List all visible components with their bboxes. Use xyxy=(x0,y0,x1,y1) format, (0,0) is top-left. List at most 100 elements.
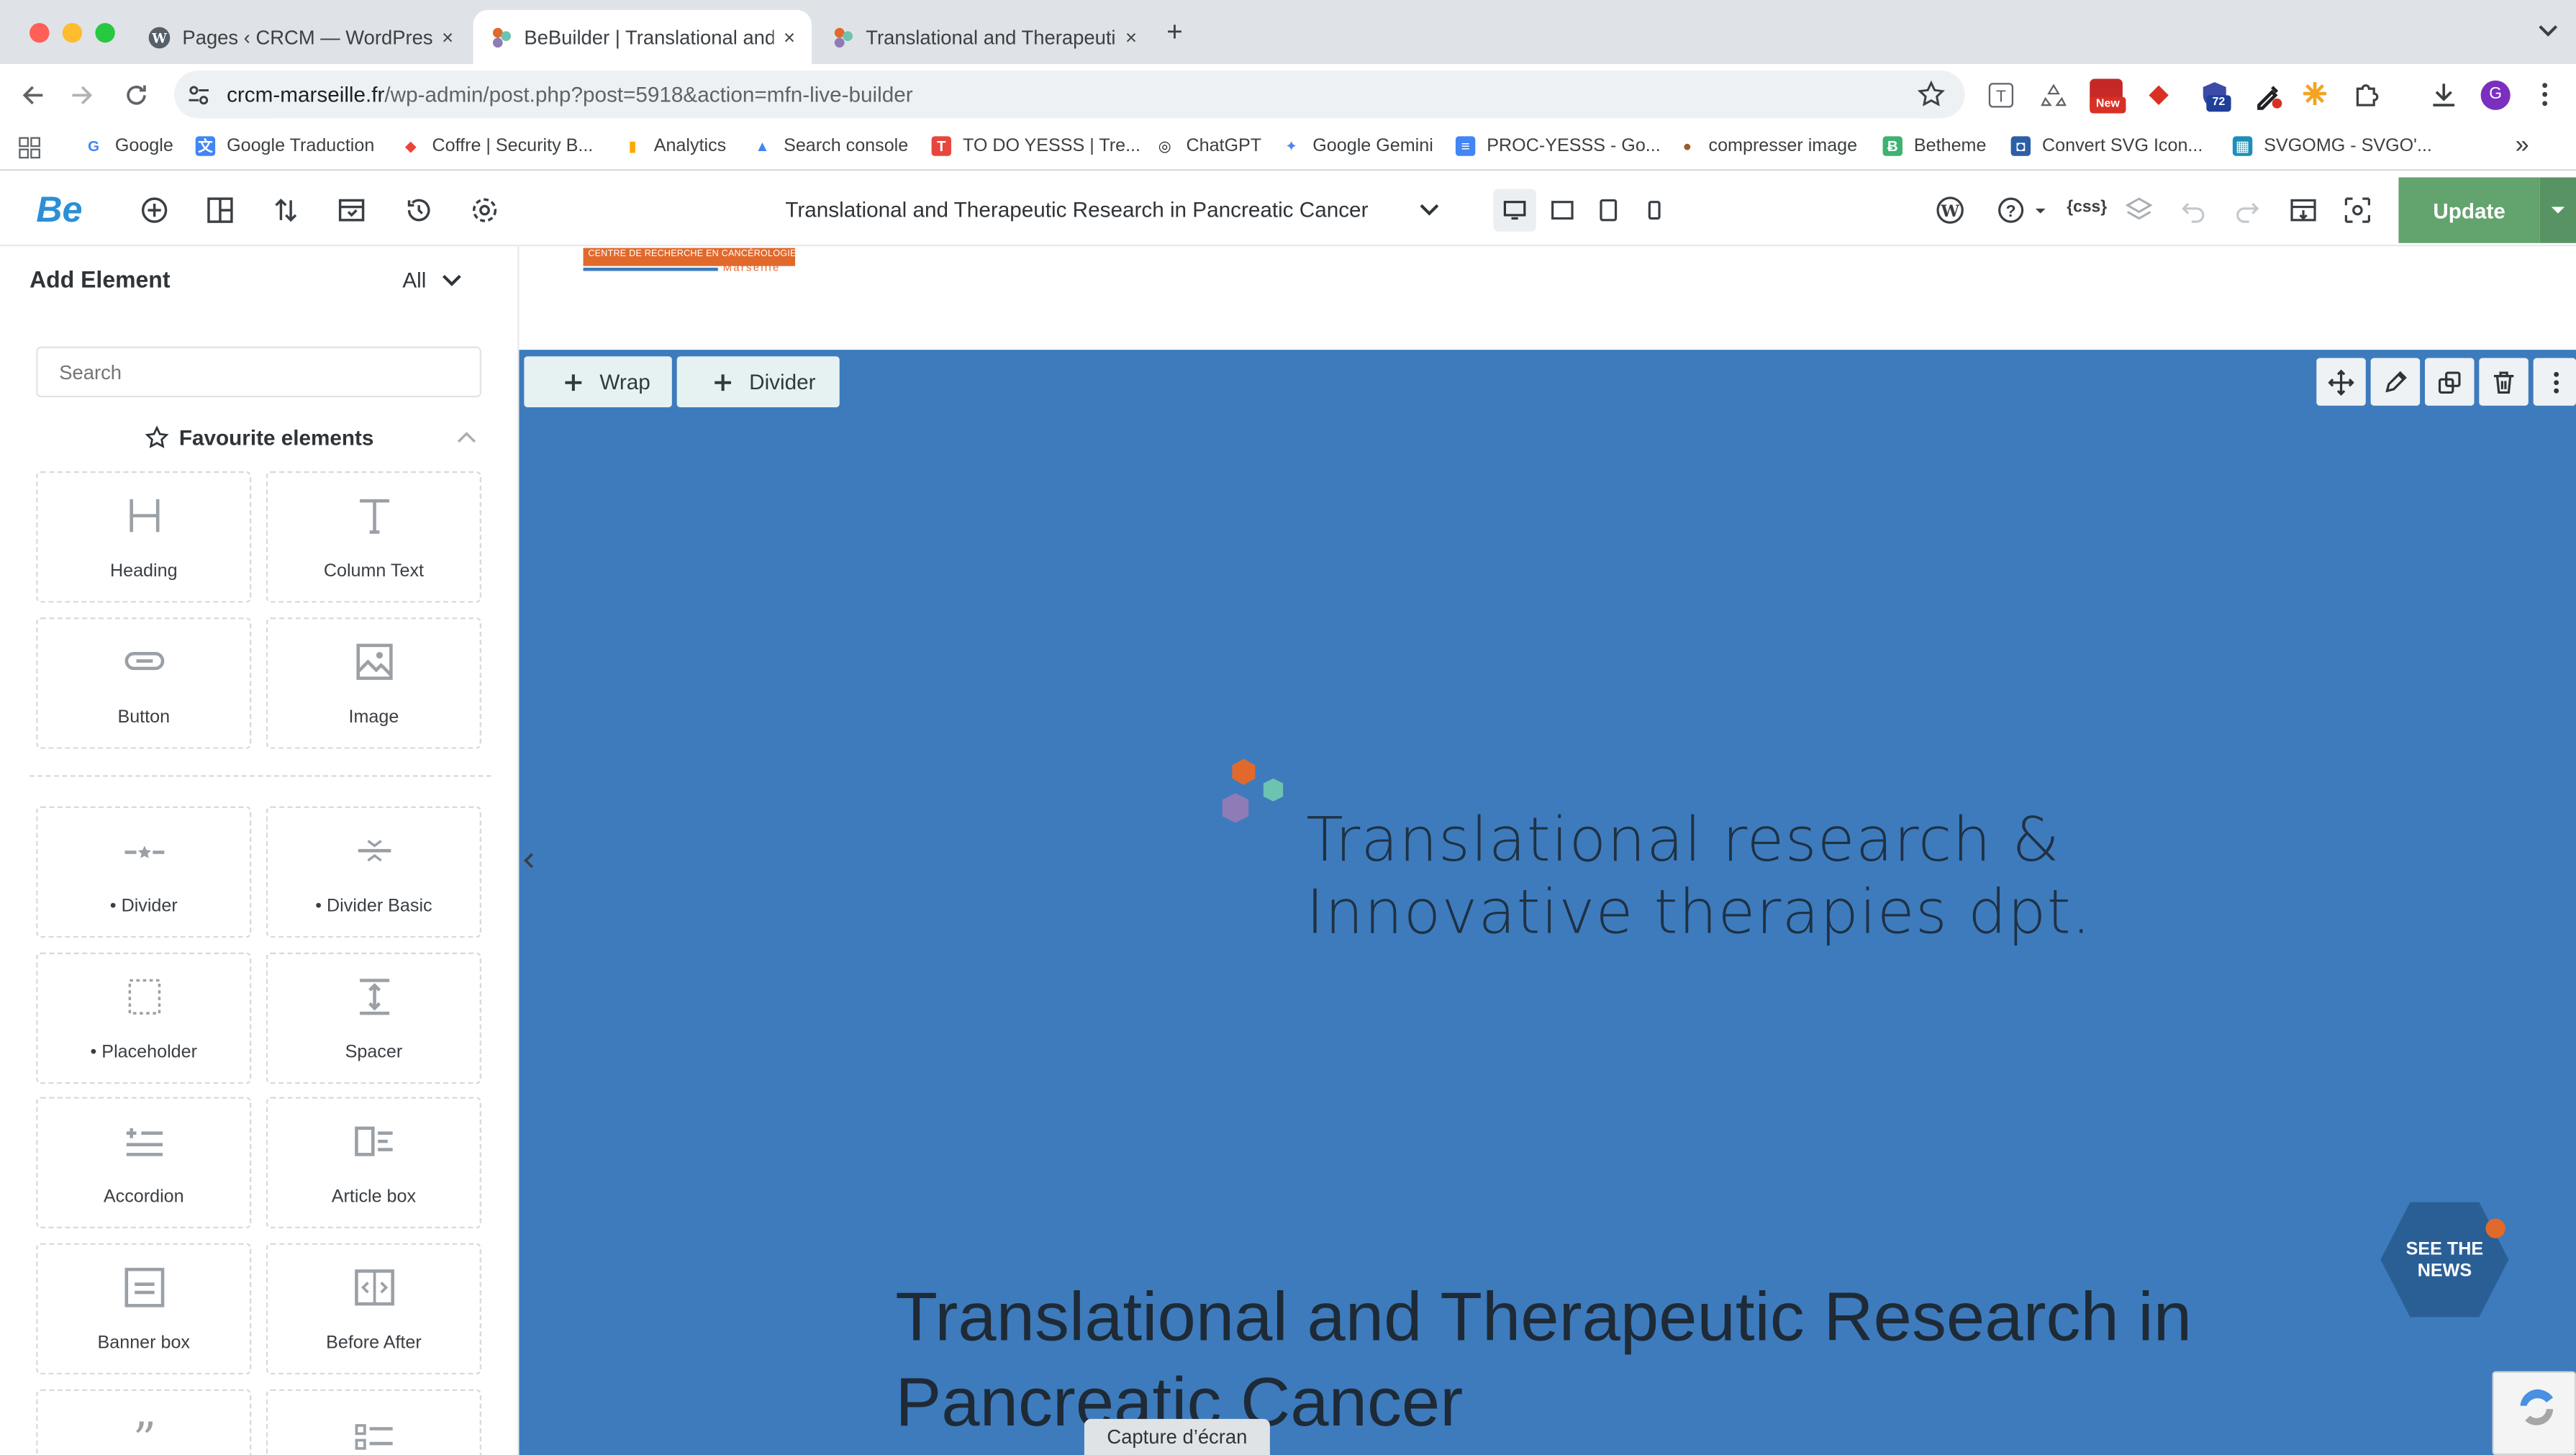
element-card-heading[interactable]: Heading xyxy=(36,471,252,603)
history-icon[interactable] xyxy=(404,196,434,225)
tablet-view-icon[interactable] xyxy=(1599,199,1618,222)
close-window-button[interactable] xyxy=(30,22,50,43)
dropper-extension-icon[interactable] xyxy=(2254,81,2284,110)
add-element-icon[interactable] xyxy=(140,196,169,225)
download-icon[interactable] xyxy=(2430,81,2458,109)
chevron-down-icon[interactable] xyxy=(440,273,463,289)
bookmark-todo[interactable]: T TO DO YESSS | Tre... xyxy=(931,136,1140,156)
page-heading-line-1[interactable]: Translational and Therapeutic Research i… xyxy=(895,1274,2192,1360)
element-label: • Divider Basic xyxy=(315,897,432,917)
element-card-divider[interactable]: • Divider xyxy=(36,806,252,938)
collapse-chevron-icon[interactable] xyxy=(455,429,478,445)
element-card-column-text[interactable]: Column Text xyxy=(266,471,481,603)
add-wrap-button[interactable]: Wrap xyxy=(524,356,672,407)
element-search-input[interactable] xyxy=(36,346,481,398)
help-icon[interactable]: ? xyxy=(1996,196,2046,225)
bookmark-coffre[interactable]: ◆ Coffre | Security B... xyxy=(401,136,593,156)
redo-icon[interactable] xyxy=(2234,197,2261,224)
news-badge-text[interactable]: SEE THE NEWS xyxy=(2395,1240,2494,1282)
close-tab-icon[interactable]: × xyxy=(784,25,795,48)
apps-grid-icon[interactable] xyxy=(18,136,41,159)
chrome-menu-icon[interactable] xyxy=(2540,81,2550,109)
layers-icon[interactable] xyxy=(2124,196,2154,225)
browser-tab-wordpress[interactable]: W Pages ‹ CRCM — WordPress × xyxy=(132,10,470,64)
export-icon[interactable] xyxy=(2288,196,2318,225)
back-arrow-icon[interactable] xyxy=(19,82,46,109)
element-card-divider-basic[interactable]: • Divider Basic xyxy=(266,806,481,938)
bookmark-compresser-image[interactable]: ● compresser image xyxy=(1677,136,1857,156)
bookmark-chatgpt[interactable]: ◎ ChatGPT xyxy=(1155,136,1261,156)
betheme-logo[interactable]: Be xyxy=(36,189,82,231)
add-divider-button[interactable]: Divider xyxy=(676,356,840,407)
bookmark-svgomg[interactable]: ▦ SVGOMG - SVGO'... xyxy=(2232,136,2432,156)
element-card-placeholder[interactable]: • Placeholder xyxy=(36,952,252,1084)
browser-tab-bebuilder[interactable]: BeBuilder | Translational and × xyxy=(473,9,812,65)
element-card-image[interactable]: Image xyxy=(266,617,481,749)
undo-icon[interactable] xyxy=(2180,197,2207,224)
wordpress-icon[interactable]: W xyxy=(1936,196,1965,225)
bookmark-star-icon[interactable] xyxy=(1917,80,1945,109)
element-card-accordion[interactable]: Accordion xyxy=(36,1097,252,1229)
recycle-extension-icon[interactable] xyxy=(2041,82,2067,109)
svgomg-icon: ▦ xyxy=(2232,136,2253,156)
laptop-view-icon[interactable] xyxy=(1551,199,1574,222)
text-extension-icon[interactable]: T xyxy=(1988,82,2015,109)
element-card-blockquote[interactable]: ” xyxy=(36,1389,252,1455)
crcm-hexagon-logo-icon[interactable] xyxy=(1212,756,1292,835)
red-extension-icon[interactable] xyxy=(2146,82,2172,109)
bookmark-analytics[interactable]: ▮ Analytics xyxy=(622,136,726,156)
bookmark-label: SVGOMG - SVGO'... xyxy=(2264,136,2432,156)
reload-icon[interactable] xyxy=(123,82,150,109)
element-card-spacer[interactable]: Spacer xyxy=(266,952,481,1084)
element-card-list[interactable] xyxy=(266,1389,481,1455)
url-text[interactable]: crcm-marseille.fr/wp-admin/post.php?post… xyxy=(227,82,913,106)
minimize-window-button[interactable] xyxy=(62,22,83,43)
bookmark-google-traduction[interactable]: 文 Google Traduction xyxy=(195,136,374,156)
close-tab-icon[interactable]: × xyxy=(442,25,453,48)
profile-avatar[interactable]: G xyxy=(2480,80,2511,110)
element-filter-select[interactable]: All xyxy=(402,268,426,292)
page-title[interactable]: Translational and Therapeutic Research i… xyxy=(785,197,1368,222)
site-settings-icon[interactable] xyxy=(186,82,212,109)
element-card-article-box[interactable]: Article box xyxy=(266,1097,481,1229)
hero-line-1[interactable]: Translational research & xyxy=(1306,804,2060,876)
button-icon xyxy=(124,652,164,671)
bookmark-proc-yesss[interactable]: ≡ PROC-YESSS - Go... xyxy=(1455,136,1661,156)
browser-tab-live-page[interactable]: Translational and Therapeutic × xyxy=(815,10,1153,64)
page-select-chevron-icon[interactable] xyxy=(1418,202,1441,219)
bookmark-gemini[interactable]: ✦ Google Gemini xyxy=(1281,136,1433,156)
bookmark-google[interactable]: G Google xyxy=(83,136,173,156)
bookmark-convert-svg[interactable]: ◘ Convert SVG Icon... xyxy=(2010,136,2203,156)
svg-text:”: ” xyxy=(132,1413,155,1455)
zoom-window-button[interactable] xyxy=(95,22,115,43)
bookmark-betheme[interactable]: Ƀ Betheme xyxy=(1882,136,1986,156)
element-card-button[interactable]: Button xyxy=(36,617,252,749)
templates-icon[interactable] xyxy=(337,196,366,225)
sort-navigator-icon[interactable] xyxy=(271,196,301,225)
element-card-banner-box[interactable]: Banner box xyxy=(36,1243,252,1375)
puzzle-extensions-icon[interactable] xyxy=(2353,81,2381,109)
hero-line-2[interactable]: Innovative therapies dpt. xyxy=(1306,877,2092,949)
update-button[interactable]: Update xyxy=(2398,177,2540,243)
close-tab-icon[interactable]: × xyxy=(1125,25,1137,48)
prebuilt-sections-icon[interactable] xyxy=(205,196,235,225)
favourites-divider xyxy=(30,775,491,777)
settings-gear-icon[interactable] xyxy=(470,196,499,225)
mobile-view-icon[interactable] xyxy=(1646,199,1663,222)
bookmarks-overflow-button[interactable]: » xyxy=(2516,132,2529,160)
heading-icon xyxy=(129,499,159,532)
new-tab-button[interactable]: + xyxy=(1166,17,1183,50)
star-icon xyxy=(145,425,169,448)
divider-icon xyxy=(124,846,164,858)
collapse-arrow-icon[interactable] xyxy=(519,848,538,874)
header-section[interactable] xyxy=(519,246,2576,350)
custom-css-button[interactable]: {css} xyxy=(2067,199,2107,217)
screenshot-label: Capture d’écran xyxy=(1084,1418,1270,1455)
forward-arrow-icon[interactable] xyxy=(69,82,96,109)
tab-search-chevron-icon[interactable] xyxy=(2536,23,2559,40)
element-card-before-after[interactable]: Before After xyxy=(266,1243,481,1375)
preview-eye-icon[interactable] xyxy=(2343,196,2372,225)
bookmark-search-console[interactable]: ▲ Search console xyxy=(752,136,908,156)
sparkle-extension-icon[interactable] xyxy=(2302,81,2328,107)
banner-box-icon xyxy=(124,1267,164,1307)
